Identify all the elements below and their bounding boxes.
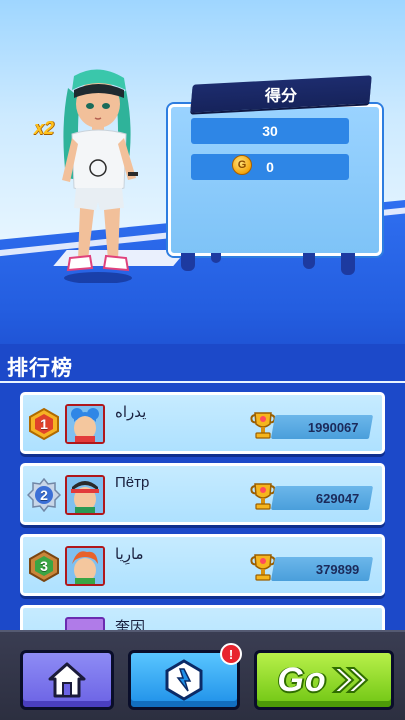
- coin-value: 0: [266, 159, 274, 175]
- coin-icon: G: [232, 155, 252, 175]
- home-button[interactable]: [20, 650, 114, 710]
- go-label: Go: [277, 660, 327, 699]
- avatar: [65, 404, 105, 444]
- entry-score: 629047: [315, 490, 359, 506]
- score-pill: 1990067: [270, 415, 374, 439]
- notification-badge: !: [220, 643, 242, 665]
- coach-icon: [165, 659, 203, 701]
- home-icon: [48, 662, 86, 698]
- panel-drip: [341, 253, 355, 275]
- go-button[interactable]: Go: [254, 650, 394, 710]
- score-row: 30: [191, 118, 349, 144]
- multiplier-label: x2: [34, 118, 55, 138]
- score-pill: 629047: [270, 486, 374, 510]
- rank-gold-icon: 1: [27, 407, 61, 441]
- leaderboard-entry[interactable]: 1 يدراه 1990067: [20, 392, 385, 454]
- entry-score: 379899: [315, 561, 359, 577]
- entry-score: 1990067: [308, 419, 359, 435]
- leaderboard-entry[interactable]: 2 Пётр 629047: [20, 463, 385, 525]
- divider: [0, 381, 405, 383]
- panel-drip: [211, 253, 221, 263]
- rank-number: 2: [40, 487, 48, 503]
- player-name: مارِيا: [115, 546, 144, 563]
- score-pill: 379899: [270, 557, 374, 581]
- player-name: يدراه: [115, 404, 147, 421]
- game-screen: 30 0 得分 x2 G 排行榜 1 يدراه 1990067 2 Пётр …: [0, 0, 405, 720]
- coin-row: 0: [191, 154, 349, 180]
- double-chevron-icon: [331, 667, 369, 693]
- rank-bronze-icon: 3: [27, 549, 61, 583]
- rank-number: 3: [40, 558, 48, 574]
- score-panel: 30 0: [168, 104, 382, 275]
- leaderboard-title: 排行榜: [7, 357, 73, 380]
- avatar: [65, 546, 105, 586]
- rank-number: 1: [40, 416, 48, 432]
- score-title: 得分: [264, 88, 298, 105]
- score-value: 30: [262, 123, 278, 139]
- rank-silver-icon: 2: [27, 478, 61, 512]
- panel-drip: [303, 253, 315, 269]
- player-character: [62, 69, 138, 283]
- avatar: [65, 475, 105, 515]
- panel-drip: [181, 253, 195, 271]
- leaderboard-entry[interactable]: 3 مارِيا 379899: [20, 534, 385, 596]
- player-name: Пётр: [115, 474, 150, 491]
